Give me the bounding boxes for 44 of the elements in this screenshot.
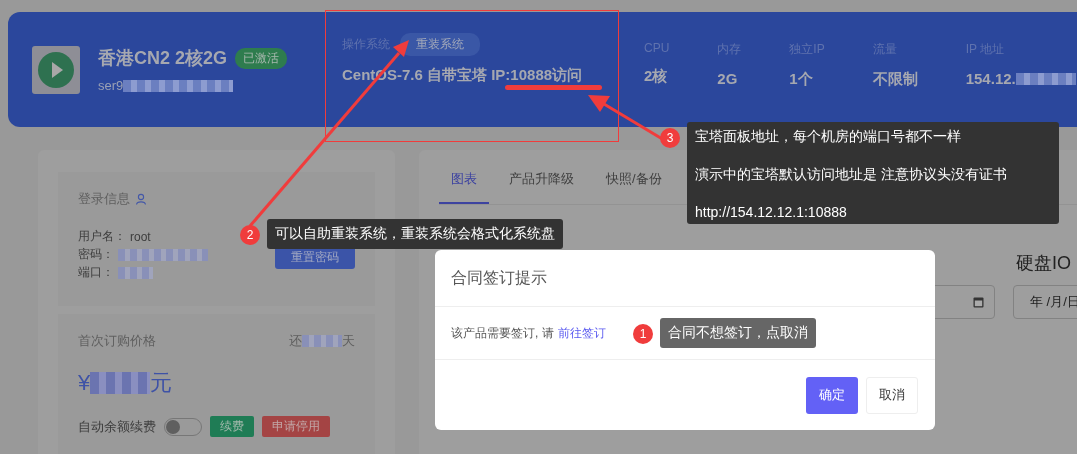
field-label: 密码： [78,246,114,263]
stop-service-button[interactable]: 申请停用 [262,416,330,437]
tooltip-text: 可以自助重装系统，重装系统会格式化系统盘 [275,225,555,243]
reinstall-button[interactable]: 重装系统 [400,33,480,56]
redaction-block [118,266,153,279]
redaction-block [302,335,342,347]
cancel-button[interactable]: 取消 [866,376,918,414]
redaction-block [90,372,151,394]
confirm-button[interactable]: 确定 [806,376,858,414]
calendar-icon [973,296,984,308]
tab[interactable]: 快照/备份 [594,170,674,204]
dialog-title: 合同签订提示 [435,250,935,307]
chart-heading: 硬盘IO [1016,252,1071,275]
sign-contract-link[interactable]: 前往签订 [557,324,606,342]
user-icon [135,193,147,205]
currency-sign: ¥ [78,370,91,396]
stat-value: 1个 [789,70,813,89]
stat-value: 不限制 [872,70,918,89]
step-number-badge: 3 [660,128,680,148]
tooltip-text: 演示中的宝塔默认访问地址是 注意协议头没有证书 [695,166,1008,184]
field-value: root [130,229,151,244]
remaining-prefix: 还 [289,332,302,350]
tab[interactable]: 图表 [439,170,489,204]
dialog-message: 该产品需要签订, 请 [451,324,554,342]
renew-button[interactable]: 续费 [210,416,254,437]
field-label: 端口： [78,264,114,281]
stat-value: 2核 [644,67,668,86]
play-icon [32,45,80,94]
tooltip-text: http://154.12.12.1:10888 [695,204,848,220]
status-badge: 已激活 [235,47,288,69]
tab[interactable]: 产品升降级 [497,170,586,204]
login-info-title: 登录信息 [78,190,130,208]
tooltip-text: 合同不想签订，点取消 [668,324,808,342]
remaining-suffix: 天 [342,332,355,350]
field-label: 用户名： [78,228,126,245]
server-title: 香港CN2 2核2G [98,47,228,70]
stat-value: 154.12. [965,70,1016,87]
redaction-block [1015,72,1076,85]
currency-unit: 元 [150,369,173,397]
stat-value: 2G [717,70,738,87]
date-field[interactable]: 年 /月/日 [1013,285,1077,319]
auto-renew-label: 自动余额续费 [78,417,156,436]
hostname: ser9 [98,78,124,93]
tooltip-text: 宝塔面板地址，每个机房的端口号都不一样 [695,128,962,146]
